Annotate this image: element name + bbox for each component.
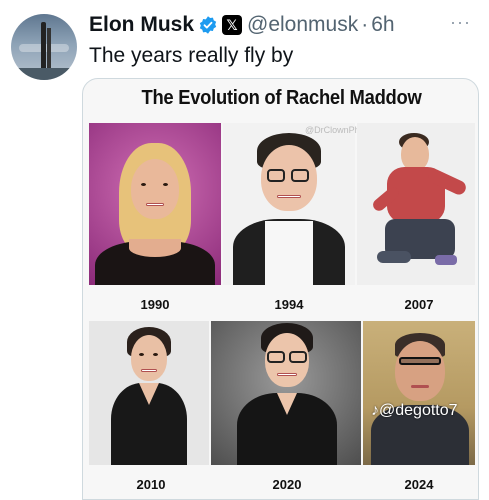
year-label-2020: 2020 [272, 477, 302, 492]
photo-1990 [89, 123, 221, 285]
author-handle[interactable]: @elonmusk [247, 13, 358, 37]
year-label-2007: 2007 [404, 297, 434, 312]
avatar[interactable] [11, 14, 77, 80]
tweet-text: The years really fly by [89, 44, 294, 67]
photo-2024 [363, 321, 475, 465]
separator: · [361, 13, 369, 36]
verified-badge-icon[interactable] [198, 15, 218, 35]
tweet-media[interactable]: The Evolution of Rachel Maddow @DrClownP… [82, 78, 479, 500]
year-label-1994: 1994 [274, 297, 304, 312]
tweet-header: Elon Musk 𝕏 @elonmusk · 6h [89, 10, 395, 40]
photo-2020 [211, 321, 361, 465]
timestamp[interactable]: 6h [371, 13, 394, 37]
photo-2007 [357, 123, 475, 285]
tiktok-watermark: ♪@degotto7 [371, 402, 458, 420]
author-name[interactable]: Elon Musk [89, 13, 194, 37]
year-label-2024: 2024 [404, 477, 434, 492]
photo-2010 [89, 321, 209, 465]
photo-1994 [223, 123, 355, 285]
tweet[interactable]: Elon Musk 𝕏 @elonmusk · 6h ··· The years… [0, 0, 489, 500]
year-label-2010: 2010 [136, 477, 166, 492]
avatar-tower [47, 28, 51, 72]
year-label-1990: 1990 [140, 297, 170, 312]
tiktok-icon: ♪ [371, 402, 379, 419]
tiktok-handle: @degotto7 [379, 402, 458, 419]
x-logo-icon: 𝕏 [222, 15, 243, 35]
avatar-ground [11, 68, 77, 80]
more-options-icon[interactable]: ··· [450, 12, 471, 33]
meme-title: The Evolution of Rachel Maddow [141, 87, 422, 109]
avatar-rocket [41, 22, 46, 72]
